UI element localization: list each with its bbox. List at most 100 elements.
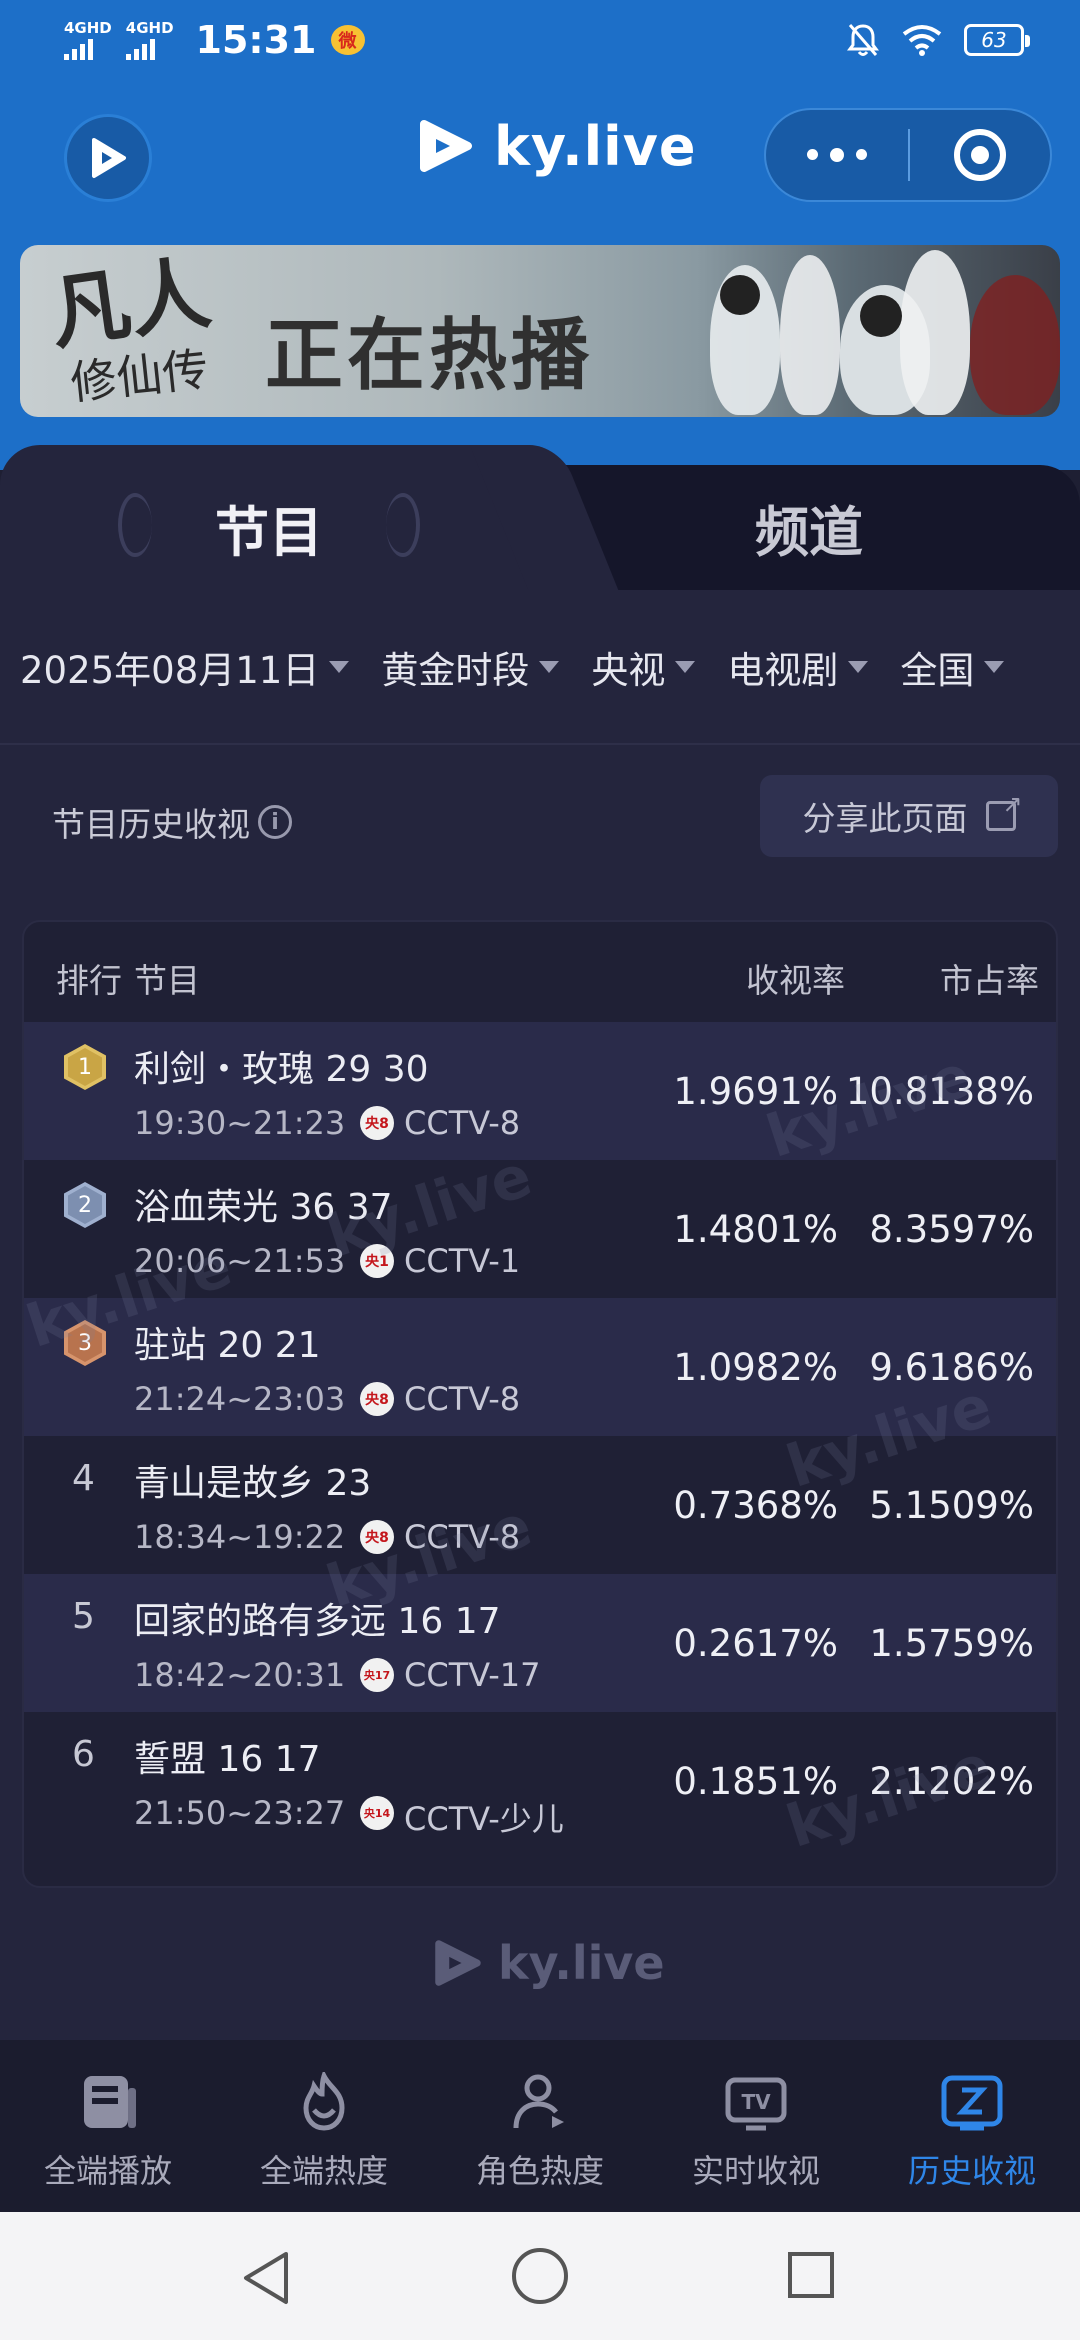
laurel-right-icon	[386, 493, 420, 557]
nav-label: 角色热度	[475, 2152, 604, 2190]
nav-realtime-ratings[interactable]: TV 实时收视	[648, 2040, 864, 2212]
header-rating: 收视率	[746, 961, 845, 1000]
network-filter[interactable]: 央视	[591, 640, 696, 694]
recent-apps-icon[interactable]	[788, 2252, 834, 2298]
back-icon[interactable]	[240, 2250, 294, 2306]
nav-label: 实时收视	[691, 2152, 820, 2190]
program-title: 誓盟 16 17	[134, 1739, 321, 1780]
tab-bar: 节目 频道	[0, 445, 1080, 595]
rating-value: 1.9691%	[673, 1070, 838, 1113]
footer-logo: ky.live	[430, 1935, 665, 1991]
share-value: 5.1509%	[869, 1484, 1034, 1527]
program-time: 18:34~19:22	[134, 1518, 346, 1556]
rating-value: 1.4801%	[673, 1208, 838, 1251]
program-title: 驻站 20 21	[134, 1325, 321, 1366]
nav-role-heat[interactable]: 角色热度	[432, 2040, 648, 2212]
info-icon[interactable]: i	[258, 805, 292, 839]
brand-logo: ky.live	[414, 114, 697, 178]
more-icon[interactable]	[766, 147, 908, 162]
tv-icon: TV	[725, 2077, 787, 2131]
region-filter-label: 全国	[900, 648, 975, 692]
header-rank: 排行	[56, 961, 122, 1000]
brand-name: ky.live	[494, 114, 697, 178]
share-value: 1.5759%	[869, 1622, 1034, 1665]
header-program: 节目	[134, 961, 200, 1000]
share-page-label: 分享此页面	[802, 799, 968, 838]
filter-bar: 2025年08月11日 黄金时段 央视 电视剧 全国	[0, 590, 1080, 745]
table-row[interactable]: 6 誓盟 16 17 21:50~23:27 央14 CCTV-少儿 0.185…	[24, 1712, 1056, 1850]
mute-bell-icon	[847, 24, 879, 56]
nav-all-platform-play[interactable]: 全端播放	[0, 2040, 216, 2212]
channel-logo-icon: 央17	[360, 1658, 394, 1692]
silver-medal-icon: 2	[64, 1182, 106, 1228]
home-icon[interactable]	[512, 2248, 568, 2304]
table-row[interactable]: 2 浴血荣光 36 37 20:06~21:53 央1 CCTV-1 1.480…	[24, 1160, 1056, 1298]
table-row[interactable]: 1 利剑・玫瑰 29 30 19:30~21:23 央8 CCTV-8 1.96…	[24, 1022, 1056, 1160]
flame-icon	[303, 2072, 345, 2131]
history-icon	[941, 2075, 1003, 2131]
play-logo-icon	[92, 138, 126, 178]
banner-text: 正在热播	[265, 311, 594, 401]
promo-banner[interactable]: 凡人 修仙传 正在热播	[20, 245, 1060, 417]
home-button[interactable]	[64, 114, 152, 202]
table-row[interactable]: 5 回家的路有多远 16 17 18:42~20:31 央17 CCTV-17 …	[24, 1574, 1056, 1712]
channel-name: CCTV-少儿	[404, 1800, 564, 1838]
nav-all-platform-heat[interactable]: 全端热度	[216, 2040, 432, 2212]
program-time: 21:50~23:27	[134, 1794, 346, 1832]
program-title: 回家的路有多远 16 17	[134, 1601, 501, 1642]
date-filter[interactable]: 2025年08月11日	[20, 640, 350, 694]
program-time: 18:42~20:31	[134, 1656, 346, 1694]
bronze-medal-icon: 3	[64, 1320, 106, 1366]
wifi-icon	[902, 25, 942, 56]
person-icon	[513, 2074, 564, 2129]
region-filter[interactable]: 全国	[900, 640, 1005, 694]
footer-brand: ky.live	[498, 1936, 665, 1990]
table-row[interactable]: 3 驻站 20 21 21:24~23:03 央8 CCTV-8 1.0982%…	[24, 1298, 1056, 1436]
rating-value: 0.1851%	[673, 1760, 838, 1803]
sim2-label: 4GHD	[125, 18, 174, 37]
status-bar: 4GHD 4GHD 15:31 微 63	[0, 0, 1080, 84]
share-value: 9.6186%	[869, 1346, 1034, 1389]
program-time: 19:30~21:23	[134, 1104, 346, 1142]
close-miniprogram-button[interactable]	[910, 129, 1050, 181]
rank-number: 4	[72, 1458, 95, 1499]
book-icon	[84, 2076, 136, 2128]
program-time: 21:24~23:03	[134, 1380, 346, 1418]
svg-text:TV: TV	[741, 2090, 771, 2114]
rank-number: 6	[72, 1734, 95, 1775]
share-value: 8.3597%	[869, 1208, 1034, 1251]
rank-number: 5	[72, 1596, 95, 1637]
program-time: 20:06~21:53	[134, 1242, 346, 1280]
battery-level: 63	[981, 28, 1007, 52]
table-row[interactable]: 4 青山是故乡 23 18:34~19:22 央8 CCTV-8 0.7368%…	[24, 1436, 1056, 1574]
laurel-left-icon	[118, 493, 152, 557]
nav-history-ratings[interactable]: 历史收视	[864, 2040, 1080, 2212]
channel-logo-icon: 央14	[360, 1796, 394, 1830]
channel-name: CCTV-8	[404, 1104, 521, 1142]
tab-program-label[interactable]: 节目	[215, 488, 323, 567]
clock: 15:31	[195, 18, 317, 62]
sim1-label: 4GHD	[64, 18, 112, 37]
kylive-logo-icon	[420, 120, 472, 172]
caret-down-icon	[329, 660, 350, 673]
mini-program-navbar: ky.live	[0, 100, 1080, 220]
caret-down-icon	[539, 660, 560, 673]
battery-icon: 63	[964, 24, 1030, 56]
genre-filter[interactable]: 电视剧	[727, 640, 869, 694]
rank-number: 3	[78, 1330, 92, 1356]
program-title: 青山是故乡 23	[134, 1463, 372, 1504]
channel-logo-icon: 央8	[360, 1106, 394, 1140]
timeslot-filter[interactable]: 黄金时段	[381, 640, 560, 694]
section-header: 节目历史收视 i 分享此页面	[0, 770, 1080, 860]
bottom-nav: 全端播放 全端热度 角色热度 TV 实时收视 历史收视	[0, 2040, 1080, 2212]
tab-channel-label[interactable]: 频道	[755, 488, 863, 567]
ratings-table: 排行 节目 收视率 市占率 1 利剑・玫瑰 29 30 19:30~21:23 …	[22, 920, 1058, 1888]
share-value: 2.1202%	[869, 1760, 1034, 1803]
system-nav-bar	[0, 2212, 1080, 2340]
weibo-icon: 微	[330, 25, 365, 55]
app-header: 4GHD 4GHD 15:31 微 63 ky.live 凡人 修仙传 正在热播	[0, 0, 1080, 470]
nav-label: 全端热度	[259, 2152, 388, 2190]
network-filter-label: 央视	[591, 648, 666, 692]
share-page-button[interactable]: 分享此页面	[760, 775, 1058, 857]
header-share: 市占率	[940, 961, 1039, 1000]
